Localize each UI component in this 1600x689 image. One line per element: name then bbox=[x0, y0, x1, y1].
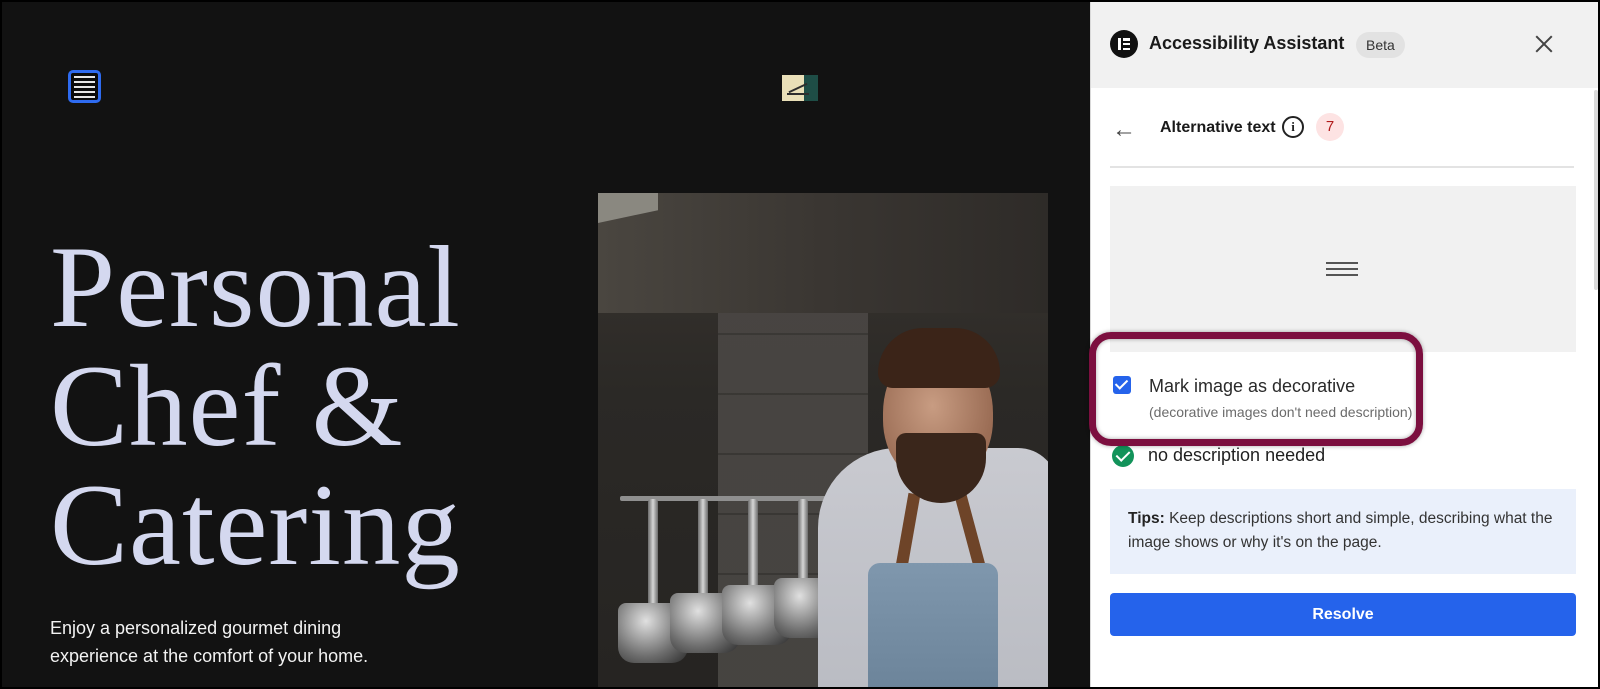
tips-text: Keep descriptions short and simple, desc… bbox=[1128, 510, 1553, 551]
hero-subtitle: Enjoy a personalized gourmet dining expe… bbox=[50, 618, 369, 666]
check-icon bbox=[1112, 445, 1134, 467]
decorative-checkbox-label[interactable]: Mark image as decorative bbox=[1149, 376, 1355, 397]
beta-badge: Beta bbox=[1356, 32, 1405, 58]
back-arrow-icon[interactable]: ← bbox=[1110, 116, 1138, 144]
issue-count-badge: 7 bbox=[1316, 113, 1344, 141]
resolve-button[interactable]: Resolve bbox=[1110, 593, 1576, 636]
section-title: Alternative text bbox=[1160, 119, 1276, 136]
hero-title-line: Personal bbox=[50, 223, 461, 352]
decorative-checkbox[interactable] bbox=[1113, 376, 1131, 394]
decorative-checkbox-hint: (decorative images don't need descriptio… bbox=[1149, 404, 1413, 420]
chef-photo[interactable] bbox=[598, 193, 1048, 687]
elementor-icon bbox=[1110, 30, 1138, 58]
panel-title: Accessibility Assistant bbox=[1149, 33, 1345, 53]
decorative-option[interactable]: Mark image as decorative (decorative ima… bbox=[1113, 373, 1443, 423]
panel-scrollbar[interactable] bbox=[1594, 90, 1598, 290]
app-frame: Personal Chef & Catering Enjoy a persona… bbox=[2, 2, 1598, 687]
logo-icon[interactable] bbox=[782, 75, 818, 101]
hero-title-line: Chef & bbox=[50, 342, 404, 471]
image-placeholder-icon bbox=[1326, 262, 1358, 276]
image-preview bbox=[1110, 186, 1576, 352]
panel-header: Accessibility Assistant Beta bbox=[1091, 2, 1598, 88]
hero-title-line: Catering bbox=[50, 461, 461, 590]
tips-label: Tips: bbox=[1128, 510, 1165, 527]
info-icon[interactable]: i bbox=[1282, 116, 1304, 138]
hero-title: Personal Chef & Catering bbox=[50, 228, 570, 585]
close-icon[interactable] bbox=[1532, 32, 1556, 56]
hamburger-icon[interactable] bbox=[68, 70, 101, 103]
section-header: ← Alternative text i 7 bbox=[1110, 102, 1574, 168]
accessibility-panel: Accessibility Assistant Beta ← Alternati… bbox=[1090, 2, 1598, 687]
status-text: no description needed bbox=[1148, 445, 1326, 465]
tips-box: Tips: Keep descriptions short and simple… bbox=[1110, 489, 1576, 574]
site-preview: Personal Chef & Catering Enjoy a persona… bbox=[2, 2, 1088, 687]
